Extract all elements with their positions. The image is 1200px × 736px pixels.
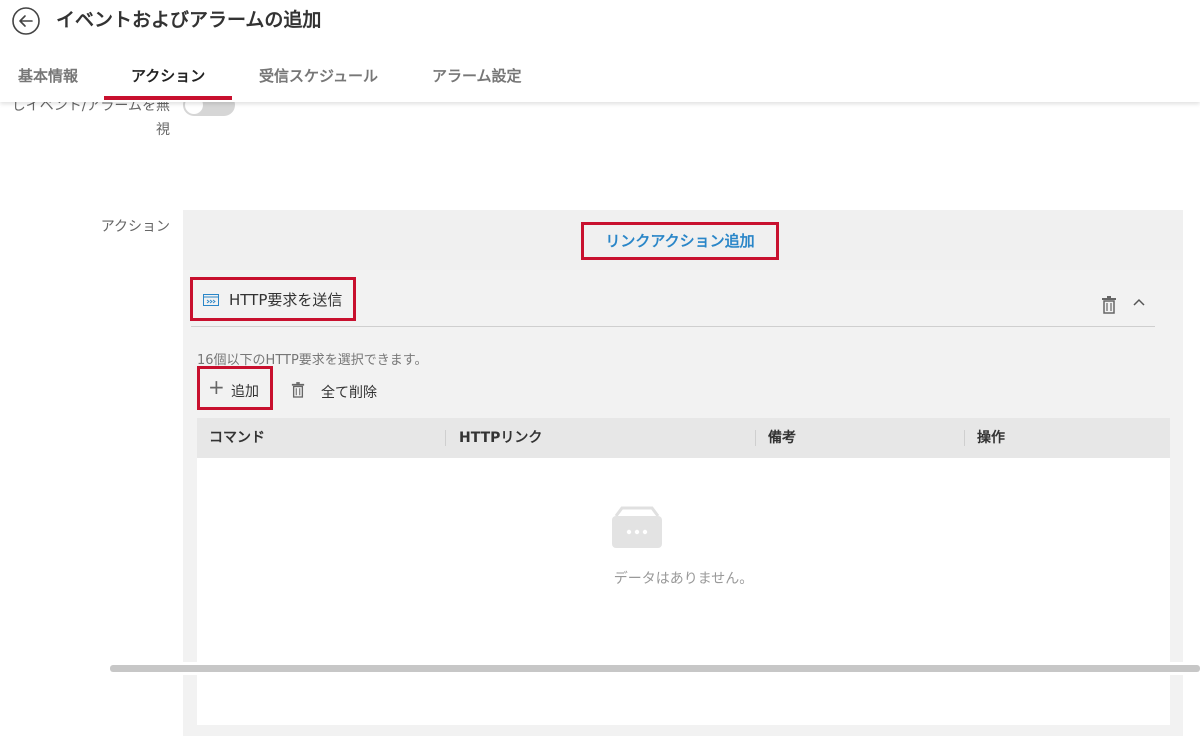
column-header-http-link[interactable]: HTTPリンク	[459, 418, 542, 458]
column-divider	[755, 430, 756, 446]
tab-bar: 基本情報 アクション 受信スケジュール アラーム設定	[0, 56, 1200, 102]
add-http-button[interactable]: + 追加	[197, 366, 273, 410]
add-link-bar: リンクアクション追加	[183, 210, 1183, 270]
action-panel: リンクアクション追加 HTTP要求を送信 16個以下のHTTP要求を選択できます…	[183, 210, 1183, 736]
empty-box-icon	[612, 506, 662, 548]
plus-icon: +	[208, 375, 225, 399]
back-arrow-icon	[12, 7, 40, 35]
active-tab-indicator	[104, 96, 232, 100]
tab-basic-info[interactable]: 基本情報	[18, 56, 78, 100]
tab-alarm-settings[interactable]: アラーム設定	[432, 56, 522, 100]
column-divider	[445, 430, 446, 446]
trash-icon[interactable]	[1101, 296, 1117, 314]
header-bar: イベントおよびアラームの追加 基本情報 アクション 受信スケジュール アラーム設…	[0, 0, 1200, 102]
add-link-action-button[interactable]: リンクアクション追加	[581, 222, 779, 260]
page-title: イベントおよびアラームの追加	[56, 9, 322, 31]
http-request-icon	[203, 294, 219, 306]
scrollbar-thumb[interactable]	[110, 665, 1200, 672]
http-section-header: HTTP要求を送信	[190, 277, 1155, 327]
table-header: コマンド HTTPリンク 備考 操作	[197, 418, 1170, 458]
column-header-command[interactable]: コマンド	[209, 418, 265, 458]
http-request-table: コマンド HTTPリンク 備考 操作 データはありません。	[197, 418, 1170, 725]
add-http-label: 追加	[231, 384, 259, 400]
tab-receive-schedule[interactable]: 受信スケジュール	[259, 56, 378, 100]
http-section-title: HTTP要求を送信	[229, 291, 343, 309]
column-header-remarks[interactable]: 備考	[768, 418, 796, 458]
column-divider	[964, 430, 965, 446]
chevron-up-icon[interactable]	[1131, 294, 1147, 310]
tab-action[interactable]: アクション	[131, 56, 205, 100]
empty-state-text: データはありません。	[613, 571, 754, 587]
main-content: しイベント/アラームを無 視 アクション リンクアクション追加 HTTP要求を送…	[0, 94, 1200, 736]
action-label: アクション	[100, 219, 170, 235]
column-header-operation[interactable]: 操作	[977, 418, 1005, 458]
back-button[interactable]	[12, 7, 40, 35]
http-title-highlight: HTTP要求を送信	[190, 277, 356, 321]
trash-icon	[291, 382, 305, 398]
delete-all-label: 全て削除	[321, 385, 377, 401]
ignore-toggle-label-line2: 視	[156, 122, 170, 138]
